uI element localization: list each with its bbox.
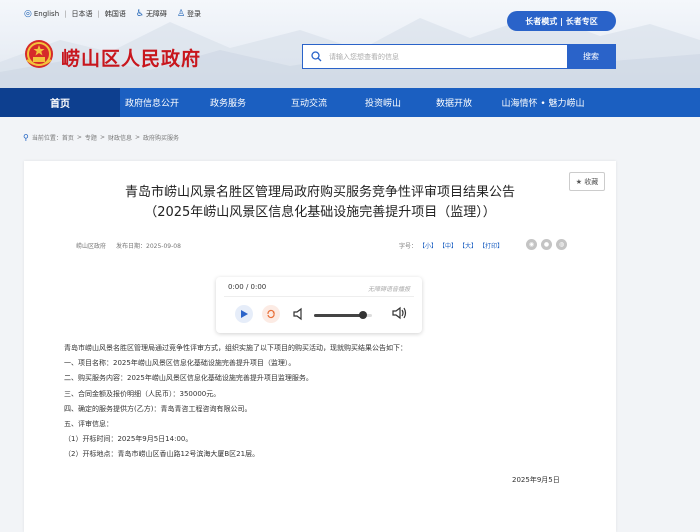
nav-home[interactable]: 首页 <box>0 88 120 117</box>
body-paragraph: 二、购买服务内容：2025年崂山风景区信息化基础设施完善提升项目监理服务。 <box>64 374 313 383</box>
search-box: 搜索 <box>302 44 616 69</box>
body-paragraph: （2）开标地点：青岛市崂山区香山路12号滨海大厦B区21层。 <box>64 450 260 459</box>
national-emblem-icon <box>25 40 53 68</box>
qq-share-icon[interactable]: ◍ <box>556 239 567 250</box>
article-source: 崂山区政府 <box>76 243 107 250</box>
volume-up-icon[interactable] <box>392 306 408 320</box>
font-size-label: 字号： <box>399 243 418 250</box>
article-title-line2: （2025年崂山风景区信息化基础设施完善提升项目（监理）） <box>144 205 496 220</box>
breadcrumb-finance[interactable]: 财政信息 <box>108 133 132 142</box>
english-link[interactable]: English <box>34 10 59 18</box>
volume-knob[interactable] <box>359 311 368 319</box>
article-title-line1: 青岛市崂山风景名胜区管理局政府购买服务竞争性评审项目结果公告 <box>124 185 515 200</box>
search-input[interactable] <box>329 52 567 61</box>
top-links: ◎ English | 日本语 | 韩国语 ♿ 无障碍 ♙ 登录 <box>24 9 202 19</box>
elder-mode-button[interactable]: 长者模式 | 长者专区 <box>507 11 616 31</box>
nav-invest[interactable]: 投资崂山 <box>346 88 420 117</box>
nav-services[interactable]: 政务服务 <box>184 88 272 117</box>
breadcrumb-prefix: 当前位置： <box>31 135 62 142</box>
article-title: 青岛市崂山风景名胜区管理局政府购买服务竞争性评审项目结果公告 （2025年崂山风… <box>24 183 616 223</box>
nav-interaction[interactable]: 互动交流 <box>272 88 346 117</box>
share-buttons: ◉ ● ◍ <box>526 239 571 250</box>
font-size-controls: 字号： 【小】 【中】 【大】 【打印】 <box>399 241 503 250</box>
main-nav: 首页 政府信息公开 政务服务 互动交流 投资崂山 数据开放 山海情怀 • 魅力崂… <box>0 88 700 117</box>
globe-icon: ◎ <box>24 9 32 19</box>
weibo-share-icon[interactable]: ◉ <box>526 239 537 250</box>
site-title: 崂山区人民政府 <box>61 48 202 70</box>
breadcrumb-purchase[interactable]: 政府购买服务 <box>143 133 179 142</box>
font-small-button[interactable]: 【小】 <box>419 241 437 250</box>
article-meta: 崂山区政府 发布日期：2025-09-08 <box>76 241 181 250</box>
play-button[interactable] <box>235 305 253 323</box>
loop-icon <box>267 309 275 319</box>
login-link[interactable]: 登录 <box>187 9 201 19</box>
site-header: ◎ English | 日本语 | 韩国语 ♿ 无障碍 ♙ 登录 长者模式 | … <box>0 0 700 88</box>
accessibility-icon: ♿ <box>135 9 144 19</box>
location-pin-icon: ⚲ <box>23 133 29 142</box>
body-paragraph: 四、确定的服务提供方(乙方)：青岛青咨工程咨询有限公司。 <box>64 404 252 413</box>
font-large-button[interactable]: 【大】 <box>459 241 477 250</box>
japanese-link[interactable]: 日本语 <box>72 9 93 19</box>
accessible-link[interactable]: 无障碍 <box>146 9 167 19</box>
audio-player: 0:00 / 0:00 无障碍语音播报 <box>216 277 422 333</box>
nav-charm[interactable]: 山海情怀 • 魅力崂山 <box>488 88 598 117</box>
breadcrumb-topic[interactable]: 专题 <box>85 133 97 142</box>
article-body: 青岛市崂山风景名胜区管理局通过竞争性评审方式，组织实施了以下项目的购买活动，现就… <box>64 341 584 463</box>
wechat-share-icon[interactable]: ● <box>541 239 552 250</box>
loop-button[interactable] <box>262 305 280 323</box>
breadcrumb-home[interactable]: 首页 <box>62 133 74 142</box>
print-button[interactable]: 【打印】 <box>479 241 503 250</box>
font-medium-button[interactable]: 【中】 <box>439 241 457 250</box>
nav-data[interactable]: 数据开放 <box>420 88 488 117</box>
player-time: 0:00 / 0:00 <box>228 283 267 291</box>
user-icon: ♙ <box>176 9 186 19</box>
body-paragraph: 五、评审信息： <box>64 420 113 429</box>
article-card: ★ 收藏 青岛市崂山风景名胜区管理局政府购买服务竞争性评审项目结果公告 （202… <box>24 161 616 532</box>
play-icon <box>241 310 248 318</box>
korean-link[interactable]: 韩国语 <box>105 9 126 19</box>
body-paragraph: 一、项目名称：2025年崂山风景区信息化基础设施完善提升项目（监理）。 <box>64 359 296 368</box>
search-icon <box>303 51 329 62</box>
volume-mute-icon[interactable] <box>292 307 306 321</box>
body-paragraph: 三、合同金额及报价明细（人民币）：350000元。 <box>64 389 221 398</box>
publish-date: 发布日期：2025-09-08 <box>116 243 181 250</box>
tts-label: 无障碍语音播报 <box>367 286 410 293</box>
article-date-sign: 2025年9月5日 <box>512 476 560 484</box>
breadcrumb: ⚲ 当前位置： 首页 > 专题 > 财政信息 > 政府购买服务 <box>23 133 180 142</box>
body-paragraph: （1）开标时间：2025年9月5日14:00。 <box>64 435 193 444</box>
nav-gov-info[interactable]: 政府信息公开 <box>120 88 184 117</box>
search-button[interactable]: 搜索 <box>567 45 615 68</box>
body-paragraph: 青岛市崂山风景名胜区管理局通过竞争性评审方式，组织实施了以下项目的购买活动，现就… <box>64 344 407 352</box>
